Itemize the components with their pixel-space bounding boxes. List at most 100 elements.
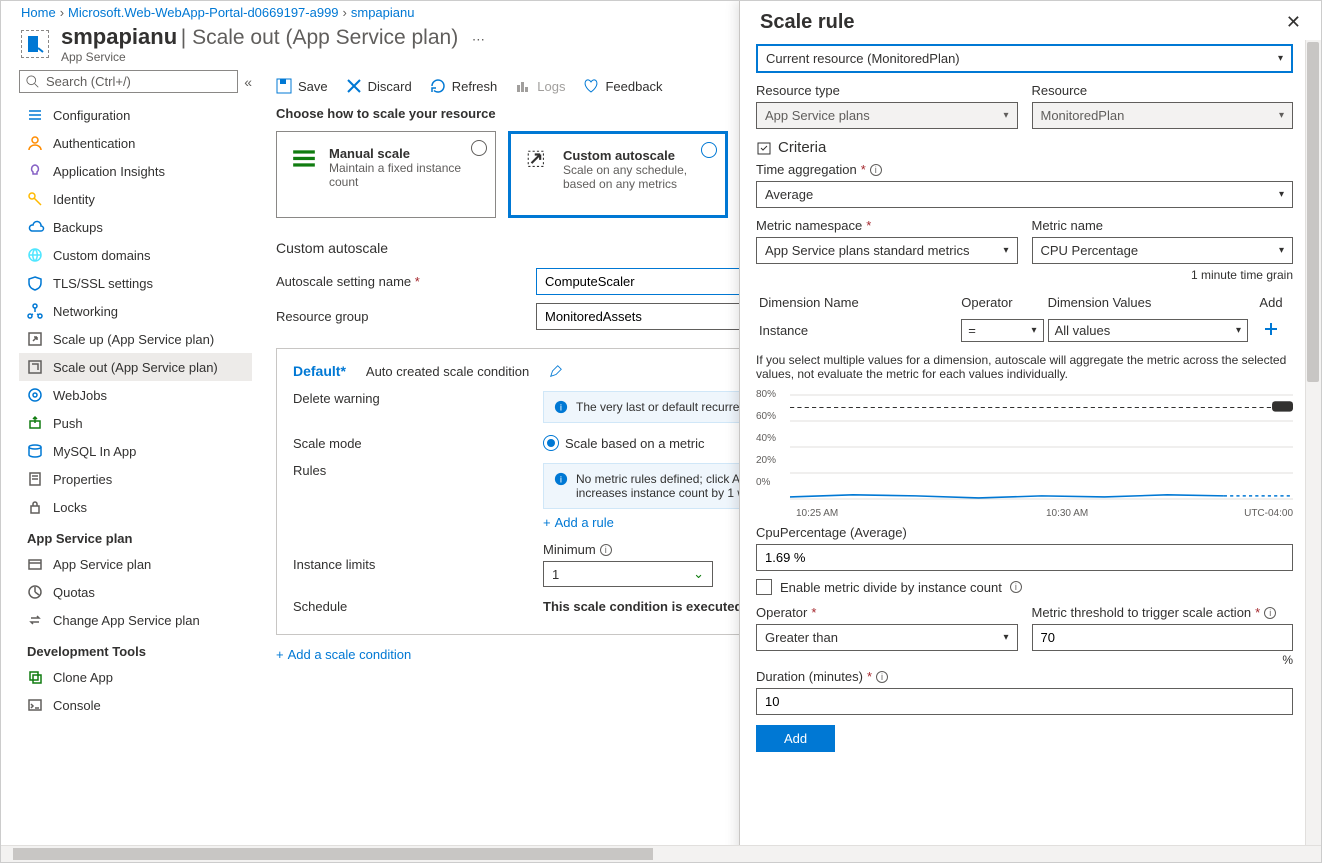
breadcrumb-parent[interactable]: Microsoft.Web-WebApp-Portal-d0669197-a99… xyxy=(68,5,339,20)
breadcrumb-current[interactable]: smpapianu xyxy=(351,5,415,20)
info-icon[interactable]: i xyxy=(870,164,882,176)
dimension-operator-dropdown[interactable]: =▾ xyxy=(961,319,1043,342)
resource-type-dropdown[interactable]: App Service plans▾ xyxy=(756,102,1018,129)
operator-dropdown[interactable]: Greater than▾ xyxy=(756,624,1018,651)
globe-icon xyxy=(27,247,43,263)
collapse-sidebar-button[interactable]: « xyxy=(244,74,252,90)
chevron-down-icon: ▾ xyxy=(1279,189,1284,200)
metric-readout-value[interactable] xyxy=(756,544,1293,571)
resource-dropdown[interactable]: MonitoredPlan▾ xyxy=(1032,102,1294,129)
sidebar-item-label: Console xyxy=(53,698,101,713)
instance-limits-label: Instance limits xyxy=(293,557,523,572)
threshold-input[interactable] xyxy=(1032,624,1294,651)
enable-divide-checkbox[interactable]: Enable metric divide by instance count i xyxy=(756,579,1293,595)
more-icon[interactable]: ⋯ xyxy=(472,32,485,47)
sidebar-item-label: MySQL In App xyxy=(53,444,136,459)
dimension-row: Instance =▾ All values▾ xyxy=(758,318,1291,343)
rules-label: Rules xyxy=(293,463,523,478)
sidebar-item-networking[interactable]: Networking xyxy=(19,297,252,325)
dimension-note: If you select multiple values for a dime… xyxy=(756,353,1293,381)
section-app-service-plan: App Service plan xyxy=(19,521,252,550)
condition-title[interactable]: Default* xyxy=(293,363,346,379)
refresh-button[interactable]: Refresh xyxy=(430,78,498,94)
sidebar-item-scale-out-app-service-plan-[interactable]: Scale out (App Service plan) xyxy=(19,353,252,381)
chevron-down-icon: ▾ xyxy=(1003,245,1008,256)
sidebar-item-properties[interactable]: Properties xyxy=(19,465,252,493)
sidebar-item-application-insights[interactable]: Application Insights xyxy=(19,157,252,185)
sidebar-item-label: Authentication xyxy=(53,136,135,151)
scale-mode-metric-radio[interactable]: Scale based on a metric xyxy=(543,435,704,451)
time-aggregation-dropdown[interactable]: Average▾ xyxy=(756,181,1293,208)
info-icon[interactable]: i xyxy=(876,671,888,683)
sidebar-item-label: Scale out (App Service plan) xyxy=(53,360,218,375)
sliders-icon xyxy=(27,107,43,123)
autoscale-name-label: Autoscale setting name * xyxy=(276,274,516,289)
sidebar-item-scale-up-app-service-plan-[interactable]: Scale up (App Service plan) xyxy=(19,325,252,353)
info-icon[interactable]: i xyxy=(600,544,612,556)
manual-scale-card[interactable]: Manual scale Maintain a fixed instance c… xyxy=(276,131,496,218)
chevron-right-icon: › xyxy=(60,5,64,20)
scaleup-icon xyxy=(27,331,43,347)
resource-group-label: Resource group xyxy=(276,309,516,324)
page-section: Scale out (App Service plan) xyxy=(192,26,458,49)
sidebar-item-tls-ssl-settings[interactable]: TLS/SSL settings xyxy=(19,269,252,297)
page-subtitle: App Service xyxy=(61,50,485,64)
chevron-right-icon: › xyxy=(343,5,347,20)
close-button[interactable]: ✕ xyxy=(1286,12,1301,33)
flyout-scrollbar[interactable] xyxy=(1305,40,1321,862)
metric-readout-label: CpuPercentage (Average) xyxy=(756,525,1293,540)
sidebar-item-quotas[interactable]: Quotas xyxy=(19,578,252,606)
sidebar-item-label: Configuration xyxy=(53,108,130,123)
chevron-down-icon: ▾ xyxy=(1278,53,1283,64)
sidebar-item-custom-domains[interactable]: Custom domains xyxy=(19,241,252,269)
info-icon[interactable]: i xyxy=(1264,607,1276,619)
edit-icon[interactable] xyxy=(549,364,563,378)
condition-subtitle: Auto created scale condition xyxy=(366,364,529,379)
refresh-icon xyxy=(430,78,446,94)
sidebar-item-label: Identity xyxy=(53,192,95,207)
webjobs-icon xyxy=(27,387,43,403)
breadcrumb-home[interactable]: Home xyxy=(21,5,56,20)
resource-type-label: Resource type xyxy=(756,83,1018,98)
discard-button[interactable]: Discard xyxy=(346,78,412,94)
feedback-button[interactable]: Feedback xyxy=(583,78,662,94)
sidebar-item-identity[interactable]: Identity xyxy=(19,185,252,213)
dimension-table: Dimension Name Operator Dimension Values… xyxy=(756,292,1293,345)
metric-source-dropdown[interactable]: Current resource (MonitoredPlan)▾ xyxy=(756,44,1293,73)
info-icon[interactable]: i xyxy=(1010,581,1022,593)
dimension-values-dropdown[interactable]: All values▾ xyxy=(1048,319,1248,342)
sidebar-item-clone-app[interactable]: Clone App xyxy=(19,663,252,691)
sidebar-item-locks[interactable]: Locks xyxy=(19,493,252,521)
sidebar-item-configuration[interactable]: Configuration xyxy=(19,101,252,129)
chevron-down-icon: ▾ xyxy=(1032,325,1037,336)
sidebar-item-app-service-plan[interactable]: App Service plan xyxy=(19,550,252,578)
metric-namespace-dropdown[interactable]: App Service plans standard metrics▾ xyxy=(756,237,1018,264)
info-icon: i xyxy=(554,400,568,414)
sidebar-item-label: Networking xyxy=(53,304,118,319)
sidebar-item-backups[interactable]: Backups xyxy=(19,213,252,241)
horizontal-scrollbar[interactable] xyxy=(1,845,1321,862)
sidebar-item-webjobs[interactable]: WebJobs xyxy=(19,381,252,409)
time-agg-label: Time aggregation xyxy=(756,162,857,177)
add-dimension-button[interactable] xyxy=(1263,321,1279,337)
duration-input[interactable] xyxy=(756,688,1293,715)
sidebar-item-change-app-service-plan[interactable]: Change App Service plan xyxy=(19,606,252,634)
add-rule-button[interactable]: Add xyxy=(756,725,835,752)
custom-autoscale-card[interactable]: Custom autoscale Scale on any schedule, … xyxy=(508,131,728,218)
sidebar-item-mysql-in-app[interactable]: MySQL In App xyxy=(19,437,252,465)
save-button[interactable]: Save xyxy=(276,78,328,94)
heart-icon xyxy=(583,78,599,94)
minimum-label: Minimum xyxy=(543,542,596,557)
criteria-heading: Criteria xyxy=(756,139,1293,156)
search-input[interactable]: Search (Ctrl+/) xyxy=(19,70,238,93)
sidebar-item-authentication[interactable]: Authentication xyxy=(19,129,252,157)
metric-name-dropdown[interactable]: CPU Percentage▾ xyxy=(1032,237,1294,264)
sidebar-item-label: Properties xyxy=(53,472,112,487)
resource-label: Resource xyxy=(1032,83,1294,98)
sidebar-item-push[interactable]: Push xyxy=(19,409,252,437)
metric-name-label: Metric name xyxy=(1032,218,1294,233)
sidebar-item-console[interactable]: Console xyxy=(19,691,252,719)
minimum-input[interactable]: 1 ⌄ xyxy=(543,561,713,587)
logs-button[interactable]: Logs xyxy=(515,78,565,94)
person-icon xyxy=(27,135,43,151)
